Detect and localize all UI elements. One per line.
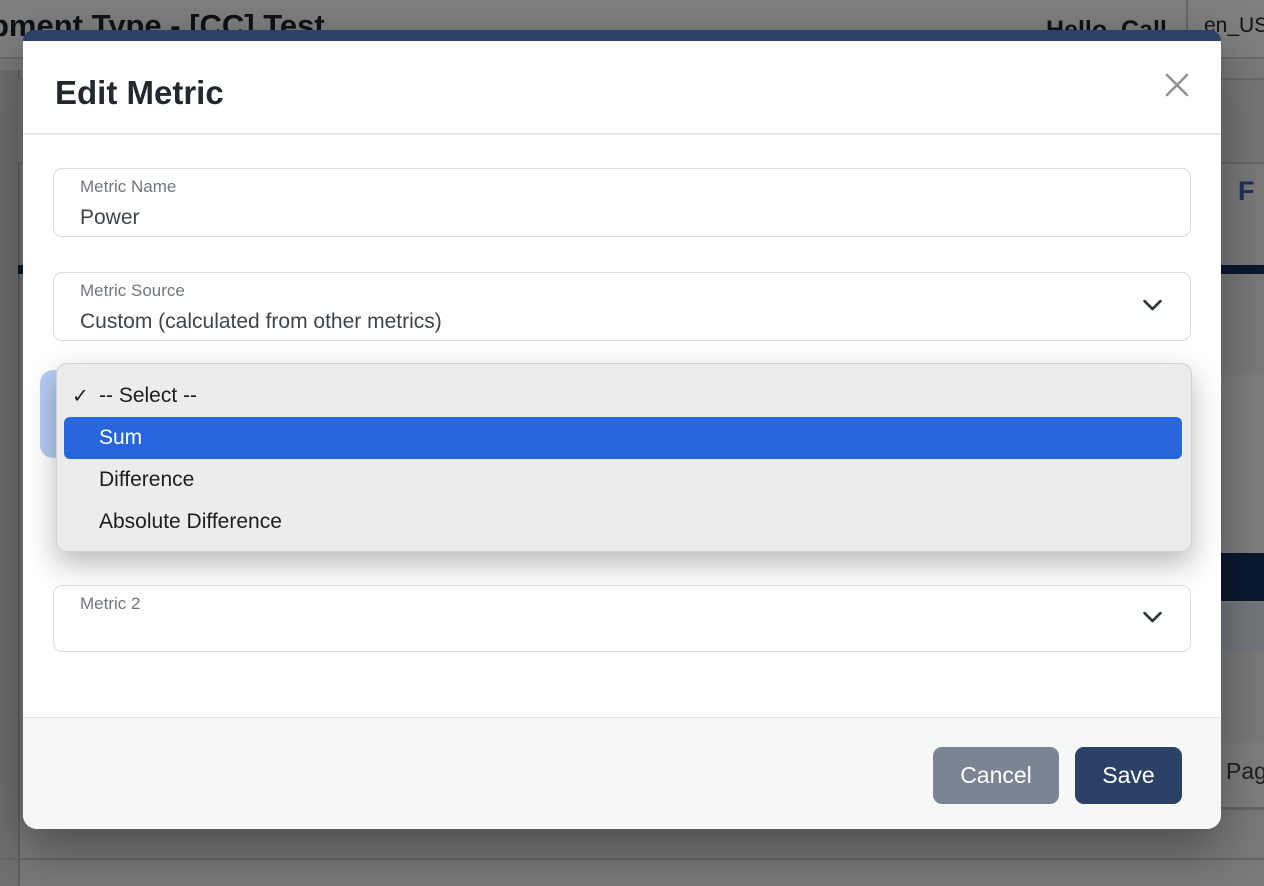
dropdown-option-label: Difference: [99, 468, 194, 492]
screen: pment Type - [CC] Test Hello, Call en_US…: [0, 0, 1264, 886]
dropdown-option-absolute-difference[interactable]: Absolute Difference: [57, 501, 1191, 543]
metric-source-field[interactable]: Metric Source Custom (calculated from ot…: [53, 272, 1191, 341]
metric-name-label: Metric Name: [80, 176, 1190, 199]
save-button[interactable]: Save: [1075, 747, 1182, 804]
select-dropdown-popup: ✓ -- Select -- Sum Difference Absolute D…: [56, 363, 1192, 552]
metric-source-label: Metric Source: [80, 280, 1190, 303]
edit-metric-modal: Edit Metric Metric Name Power Metric Sou…: [23, 30, 1221, 829]
dropdown-option-label: Absolute Difference: [99, 510, 282, 534]
metric-name-value: Power: [80, 204, 1190, 231]
metric-2-field[interactable]: Metric 2: [53, 585, 1191, 652]
modal-footer: Cancel Save: [23, 717, 1221, 829]
modal-title: Edit Metric: [55, 74, 224, 112]
close-button[interactable]: [1151, 62, 1203, 110]
chevron-down-icon: [1139, 291, 1166, 323]
dropdown-option-difference[interactable]: Difference: [57, 459, 1191, 501]
chevron-down-icon: [1139, 603, 1166, 635]
close-icon: [1160, 68, 1194, 105]
dropdown-option-sum[interactable]: Sum: [64, 417, 1182, 459]
metric-name-field[interactable]: Metric Name Power: [53, 168, 1191, 237]
header-divider: [23, 133, 1221, 135]
dropdown-option-label: -- Select --: [99, 384, 197, 408]
dropdown-option-select[interactable]: ✓ -- Select --: [57, 375, 1191, 417]
dropdown-option-label: Sum: [99, 426, 142, 450]
cancel-button[interactable]: Cancel: [933, 747, 1059, 804]
metric-source-value: Custom (calculated from other metrics): [80, 308, 1190, 335]
modal-accent-bar: [23, 30, 1221, 41]
check-icon: ✓: [72, 384, 89, 409]
metric-2-label: Metric 2: [80, 593, 1190, 616]
